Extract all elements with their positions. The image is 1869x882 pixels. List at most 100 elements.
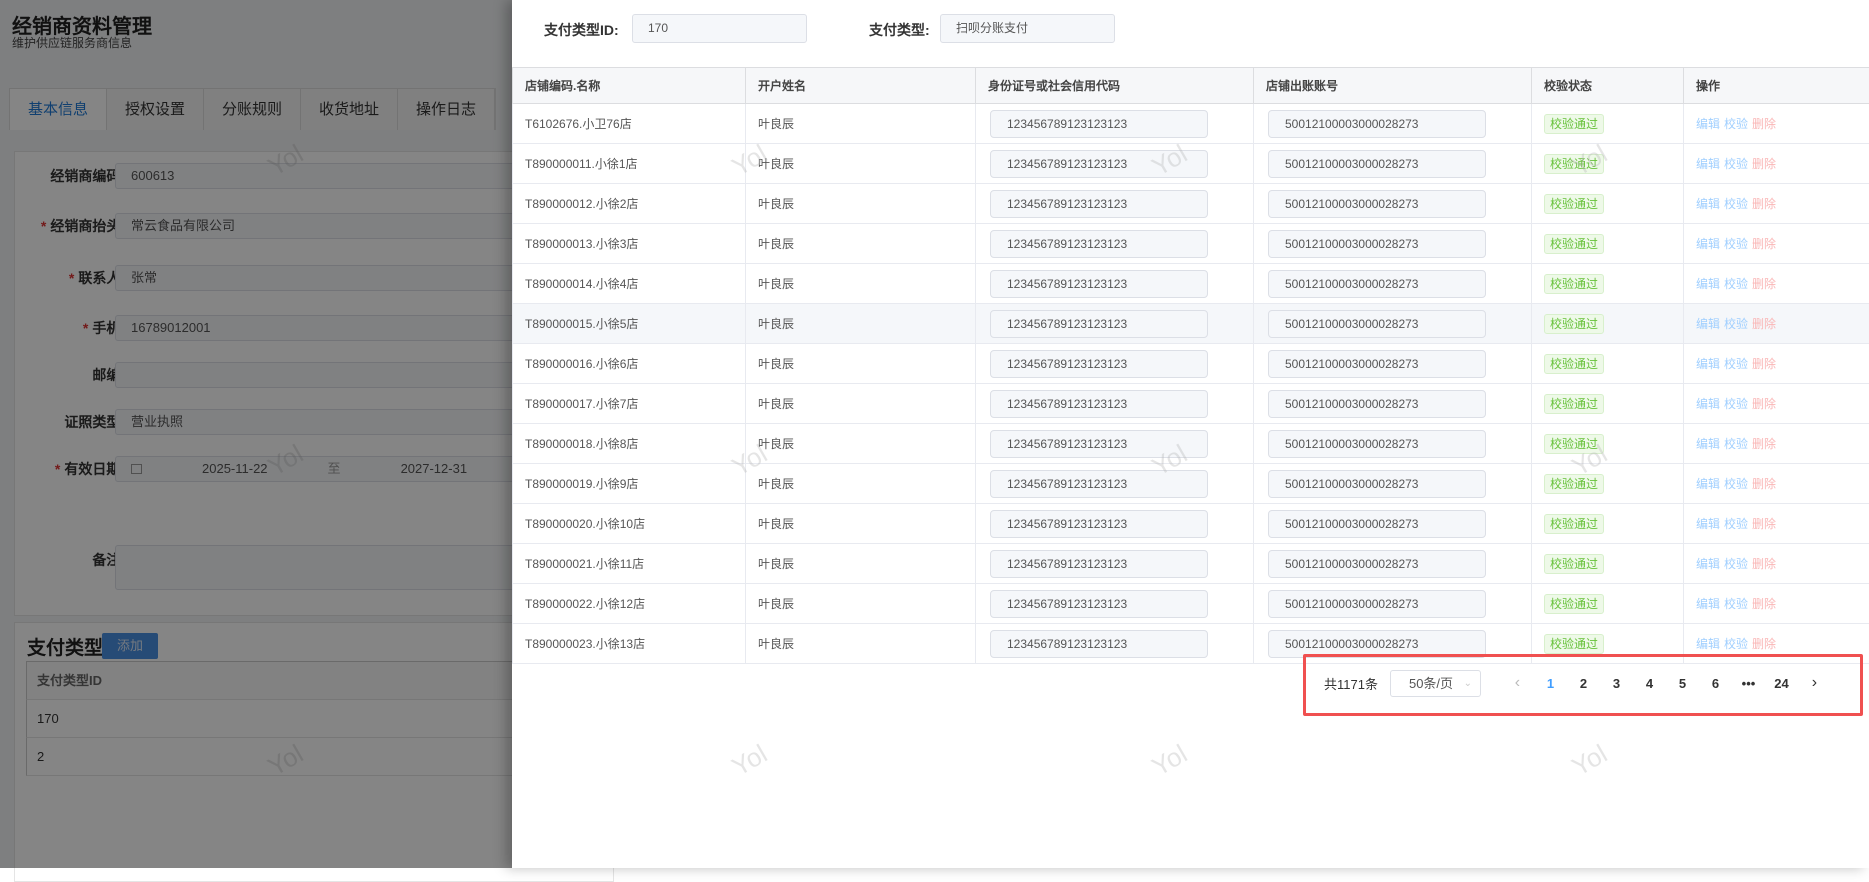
table-row: T890000021.小徐11店叶良辰123456789123123123500… bbox=[513, 544, 1869, 584]
page-4[interactable]: 4 bbox=[1633, 676, 1666, 691]
delete-link[interactable]: 删除 bbox=[1752, 397, 1776, 411]
page-6[interactable]: 6 bbox=[1699, 676, 1732, 691]
delete-link[interactable]: 删除 bbox=[1752, 597, 1776, 611]
id-cell: 123456789123123123 bbox=[976, 224, 1254, 264]
page-2[interactable]: 2 bbox=[1567, 676, 1600, 691]
id-number-input[interactable]: 123456789123123123 bbox=[990, 270, 1208, 298]
id-number-input[interactable]: 123456789123123123 bbox=[990, 630, 1208, 658]
payout-account-input[interactable]: 50012100003000028273 bbox=[1268, 190, 1486, 218]
page-1[interactable]: 1 bbox=[1534, 676, 1567, 691]
table-row: T890000020.小徐10店叶良辰123456789123123123500… bbox=[513, 504, 1869, 544]
payout-account-input[interactable]: 50012100003000028273 bbox=[1268, 390, 1486, 418]
edit-link[interactable]: 编辑 bbox=[1696, 637, 1720, 651]
verify-link[interactable]: 校验 bbox=[1724, 557, 1748, 571]
page-3[interactable]: 3 bbox=[1600, 676, 1633, 691]
id-number-input[interactable]: 123456789123123123 bbox=[990, 110, 1208, 138]
id-number-input[interactable]: 123456789123123123 bbox=[990, 510, 1208, 538]
id-number-input[interactable]: 123456789123123123 bbox=[990, 470, 1208, 498]
edit-link[interactable]: 编辑 bbox=[1696, 117, 1720, 131]
payout-account-input[interactable]: 50012100003000028273 bbox=[1268, 230, 1486, 258]
id-number-input[interactable]: 123456789123123123 bbox=[990, 190, 1208, 218]
id-number-input[interactable]: 123456789123123123 bbox=[990, 430, 1208, 458]
store-code-name: T890000021.小徐11店 bbox=[525, 557, 644, 571]
delete-link[interactable]: 删除 bbox=[1752, 357, 1776, 371]
id-number-input[interactable]: 123456789123123123 bbox=[990, 150, 1208, 178]
edit-link[interactable]: 编辑 bbox=[1696, 277, 1720, 291]
status-cell: 校验通过 bbox=[1532, 144, 1684, 184]
payout-account-input[interactable]: 50012100003000028273 bbox=[1268, 350, 1486, 378]
id-number-input[interactable]: 123456789123123123 bbox=[990, 390, 1208, 418]
verify-link[interactable]: 校验 bbox=[1724, 317, 1748, 331]
delete-link[interactable]: 删除 bbox=[1752, 197, 1776, 211]
id-number-input[interactable]: 123456789123123123 bbox=[990, 230, 1208, 258]
edit-link[interactable]: 编辑 bbox=[1696, 557, 1720, 571]
page-size-select[interactable]: 50条/页⌄ bbox=[1390, 670, 1481, 697]
verify-link[interactable]: 校验 bbox=[1724, 157, 1748, 171]
edit-link[interactable]: 编辑 bbox=[1696, 597, 1720, 611]
verify-link[interactable]: 校验 bbox=[1724, 437, 1748, 451]
prev-page-icon[interactable]: ‹ bbox=[1501, 674, 1534, 692]
verify-link[interactable]: 校验 bbox=[1724, 237, 1748, 251]
delete-link[interactable]: 删除 bbox=[1752, 637, 1776, 651]
edit-link[interactable]: 编辑 bbox=[1696, 197, 1720, 211]
edit-link[interactable]: 编辑 bbox=[1696, 237, 1720, 251]
holder-cell: 叶良辰 bbox=[746, 624, 976, 664]
account-holder-name: 叶良辰 bbox=[758, 597, 794, 611]
verify-link[interactable]: 校验 bbox=[1724, 477, 1748, 491]
edit-link[interactable]: 编辑 bbox=[1696, 157, 1720, 171]
payout-account-input[interactable]: 50012100003000028273 bbox=[1268, 270, 1486, 298]
page-24[interactable]: 24 bbox=[1765, 676, 1798, 691]
id-number-input[interactable]: 123456789123123123 bbox=[990, 310, 1208, 338]
delete-link[interactable]: 删除 bbox=[1752, 277, 1776, 291]
payout-account-input[interactable]: 50012100003000028273 bbox=[1268, 470, 1486, 498]
pagination-ellipsis[interactable]: ••• bbox=[1732, 676, 1765, 691]
verify-link[interactable]: 校验 bbox=[1724, 597, 1748, 611]
next-page-icon[interactable]: › bbox=[1798, 674, 1831, 692]
pay-id-field[interactable]: 170 bbox=[632, 14, 807, 43]
payout-account-input[interactable]: 50012100003000028273 bbox=[1268, 510, 1486, 538]
store-cell: T890000020.小徐10店 bbox=[513, 504, 746, 544]
payout-account-input[interactable]: 50012100003000028273 bbox=[1268, 150, 1486, 178]
delete-link[interactable]: 删除 bbox=[1752, 157, 1776, 171]
verify-link[interactable]: 校验 bbox=[1724, 637, 1748, 651]
edit-link[interactable]: 编辑 bbox=[1696, 357, 1720, 371]
delete-link[interactable]: 删除 bbox=[1752, 117, 1776, 131]
status-badge: 校验通过 bbox=[1544, 474, 1604, 494]
account-cell: 50012100003000028273 bbox=[1254, 424, 1532, 464]
edit-link[interactable]: 编辑 bbox=[1696, 317, 1720, 331]
delete-link[interactable]: 删除 bbox=[1752, 437, 1776, 451]
payout-account-input[interactable]: 50012100003000028273 bbox=[1268, 430, 1486, 458]
delete-link[interactable]: 删除 bbox=[1752, 237, 1776, 251]
store-cell: T890000019.小徐9店 bbox=[513, 464, 746, 504]
page-5[interactable]: 5 bbox=[1666, 676, 1699, 691]
verify-link[interactable]: 校验 bbox=[1724, 197, 1748, 211]
verify-link[interactable]: 校验 bbox=[1724, 357, 1748, 371]
payout-account-input[interactable]: 50012100003000028273 bbox=[1268, 550, 1486, 578]
payout-account-input[interactable]: 50012100003000028273 bbox=[1268, 310, 1486, 338]
edit-link[interactable]: 编辑 bbox=[1696, 517, 1720, 531]
delete-link[interactable]: 删除 bbox=[1752, 517, 1776, 531]
verify-link[interactable]: 校验 bbox=[1724, 517, 1748, 531]
table-row: T890000015.小徐5店叶良辰1234567891231231235001… bbox=[513, 304, 1869, 344]
payout-account-input[interactable]: 50012100003000028273 bbox=[1268, 590, 1486, 618]
delete-link[interactable]: 删除 bbox=[1752, 477, 1776, 491]
delete-link[interactable]: 删除 bbox=[1752, 557, 1776, 571]
verify-link[interactable]: 校验 bbox=[1724, 117, 1748, 131]
payout-account-input[interactable]: 50012100003000028273 bbox=[1268, 110, 1486, 138]
column-header-actions: 操作 bbox=[1684, 68, 1869, 104]
delete-link[interactable]: 删除 bbox=[1752, 317, 1776, 331]
status-cell: 校验通过 bbox=[1532, 384, 1684, 424]
pay-type-field[interactable]: 扫呗分账支付 bbox=[940, 14, 1115, 43]
verify-link[interactable]: 校验 bbox=[1724, 277, 1748, 291]
account-cell: 50012100003000028273 bbox=[1254, 144, 1532, 184]
edit-link[interactable]: 编辑 bbox=[1696, 397, 1720, 411]
watermark: Yol bbox=[1567, 738, 1613, 782]
verify-link[interactable]: 校验 bbox=[1724, 397, 1748, 411]
edit-link[interactable]: 编辑 bbox=[1696, 477, 1720, 491]
status-badge: 校验通过 bbox=[1544, 194, 1604, 214]
holder-cell: 叶良辰 bbox=[746, 424, 976, 464]
id-number-input[interactable]: 123456789123123123 bbox=[990, 350, 1208, 378]
id-number-input[interactable]: 123456789123123123 bbox=[990, 550, 1208, 578]
edit-link[interactable]: 编辑 bbox=[1696, 437, 1720, 451]
id-number-input[interactable]: 123456789123123123 bbox=[990, 590, 1208, 618]
